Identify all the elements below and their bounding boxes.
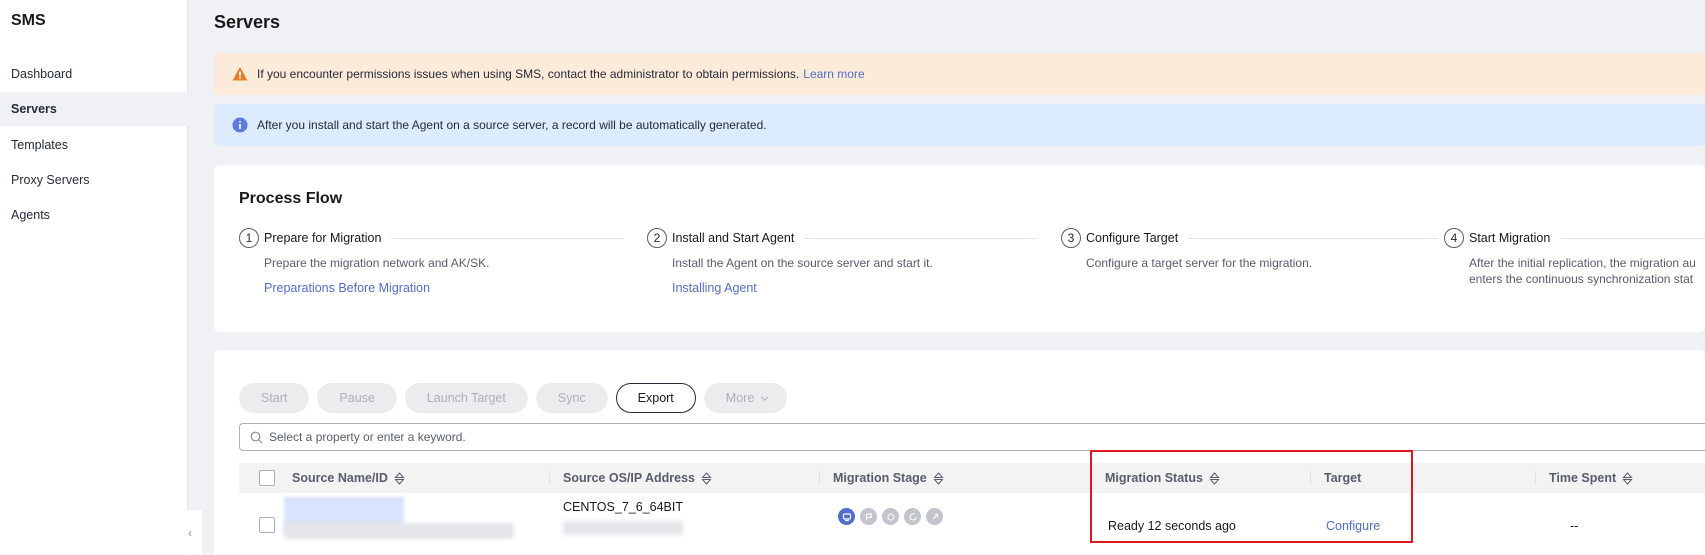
- process-flow-card: Process Flow 1 Prepare for Migration Pre…: [214, 165, 1705, 332]
- column-divider: [1310, 471, 1311, 485]
- sidebar-collapse-button[interactable]: ‹: [178, 510, 202, 555]
- sort-icon: [1622, 471, 1633, 485]
- sidebar-item-servers[interactable]: Servers: [0, 92, 188, 126]
- sort-icon: [701, 471, 712, 485]
- refresh-icon: [904, 508, 921, 525]
- warning-icon: [232, 67, 248, 81]
- configure-target-link[interactable]: Configure: [1326, 519, 1380, 533]
- step-title: Install and Start Agent: [672, 231, 795, 245]
- column-source-name[interactable]: Source Name/ID: [292, 463, 405, 493]
- agent-info-alert: After you install and start the Agent on…: [214, 104, 1705, 146]
- column-target: Target: [1324, 463, 1361, 493]
- column-label: Migration Status: [1105, 471, 1203, 485]
- chevron-down-icon: [761, 393, 769, 401]
- column-divider: [549, 471, 550, 485]
- column-label: Source Name/ID: [292, 471, 388, 485]
- info-text: After you install and start the Agent on…: [257, 118, 767, 132]
- process-step-2: 2 Install and Start Agent Install the Ag…: [647, 227, 1037, 295]
- step-title: Prepare for Migration: [264, 231, 382, 245]
- sort-icon: [394, 471, 405, 485]
- step-title: Configure Target: [1086, 231, 1179, 245]
- rocket-icon: [926, 508, 943, 525]
- sidebar-item-proxy-servers[interactable]: Proxy Servers: [0, 163, 188, 197]
- step-connector: [1188, 237, 1439, 239]
- row-checkbox[interactable]: [259, 517, 275, 533]
- launch-target-button[interactable]: Launch Target: [404, 383, 528, 413]
- app-title: SMS: [11, 12, 46, 29]
- process-step-3: 3 Configure Target Configure a target se…: [1061, 227, 1441, 271]
- step-number: 2: [647, 228, 667, 248]
- sync-icon: [882, 508, 899, 525]
- sidebar-item-templates[interactable]: Templates: [0, 128, 188, 162]
- step-description: After the initial replication, the migra…: [1469, 255, 1705, 287]
- process-flow-title: Process Flow: [239, 190, 343, 207]
- pause-button[interactable]: Pause: [317, 383, 397, 413]
- step-connector: [1560, 237, 1705, 239]
- column-label: Migration Stage: [833, 471, 927, 485]
- agent-connected-icon: [838, 508, 855, 525]
- permissions-warning-alert: If you encounter permissions issues when…: [214, 53, 1705, 95]
- sort-icon: [1209, 471, 1220, 485]
- redacted-source-id: [284, 523, 514, 539]
- learn-more-link[interactable]: Learn more: [803, 67, 864, 81]
- column-label: Time Spent: [1549, 471, 1617, 485]
- warning-text: If you encounter permissions issues when…: [257, 67, 800, 81]
- flag-icon: [860, 508, 877, 525]
- step-description-line-1: After the initial replication, the migra…: [1469, 256, 1696, 270]
- column-divider: [1091, 471, 1092, 485]
- migration-status-value: Ready 12 seconds ago: [1108, 519, 1236, 533]
- search-input[interactable]: [269, 430, 869, 444]
- more-label: More: [725, 391, 755, 405]
- column-divider: [819, 471, 820, 485]
- column-migration-stage[interactable]: Migration Stage: [833, 463, 944, 493]
- process-step-1: 1 Prepare for Migration Prepare the migr…: [239, 227, 624, 295]
- installing-agent-link[interactable]: Installing Agent: [672, 281, 1037, 295]
- redacted-ip-address: [563, 521, 683, 535]
- step-title: Start Migration: [1469, 231, 1551, 245]
- search-bar[interactable]: [239, 423, 1705, 451]
- step-description: Configure a target server for the migrat…: [1086, 256, 1313, 270]
- sidebar: SMS Dashboard Servers Templates Proxy Se…: [0, 0, 188, 555]
- step-connector: [804, 237, 1037, 239]
- step-connector: [391, 237, 624, 239]
- column-label: Target: [1324, 471, 1362, 485]
- info-icon: [232, 117, 248, 133]
- more-button[interactable]: More: [703, 383, 788, 413]
- sync-button[interactable]: Sync: [535, 383, 608, 413]
- page-title: Servers: [214, 12, 281, 32]
- process-step-4: 4 Start Migration After the initial repl…: [1444, 227, 1705, 287]
- step-description: Install the Agent on the source server a…: [672, 256, 933, 270]
- column-time-spent[interactable]: Time Spent: [1549, 463, 1633, 493]
- step-number: 4: [1444, 228, 1464, 248]
- step-description: Prepare the migration network and AK/SK.: [264, 256, 490, 270]
- table-header: Source Name/ID Source OS/IP Address Migr…: [239, 463, 1705, 493]
- sidebar-item-agents[interactable]: Agents: [0, 198, 188, 232]
- step-number: 1: [239, 228, 259, 248]
- servers-table-card: Start Pause Launch Target Sync Export Mo…: [214, 350, 1705, 555]
- table-toolbar: Start Pause Launch Target Sync Export Mo…: [239, 383, 788, 413]
- export-button[interactable]: Export: [615, 383, 696, 413]
- column-migration-status[interactable]: Migration Status: [1105, 463, 1220, 493]
- table-row[interactable]: CENTOS_7_6_64BIT Ready 12 seconds ago Co…: [239, 493, 1705, 555]
- time-spent-value: --: [1570, 519, 1579, 533]
- source-os-value: CENTOS_7_6_64BIT: [563, 500, 683, 514]
- start-button[interactable]: Start: [239, 383, 310, 413]
- search-icon: [250, 431, 263, 443]
- column-divider: [1535, 471, 1536, 485]
- step-description-line-2: enters the continuous synchronization st…: [1469, 272, 1694, 286]
- migration-stage-icons: [838, 508, 943, 525]
- sidebar-item-dashboard[interactable]: Dashboard: [0, 57, 188, 91]
- column-label: Source OS/IP Address: [563, 471, 695, 485]
- preparations-link[interactable]: Preparations Before Migration: [264, 281, 624, 295]
- column-source-os[interactable]: Source OS/IP Address: [563, 463, 712, 493]
- sort-icon: [933, 471, 944, 485]
- chevron-left-icon: ‹: [188, 525, 192, 540]
- step-number: 3: [1061, 228, 1081, 248]
- select-all-checkbox[interactable]: [259, 470, 275, 486]
